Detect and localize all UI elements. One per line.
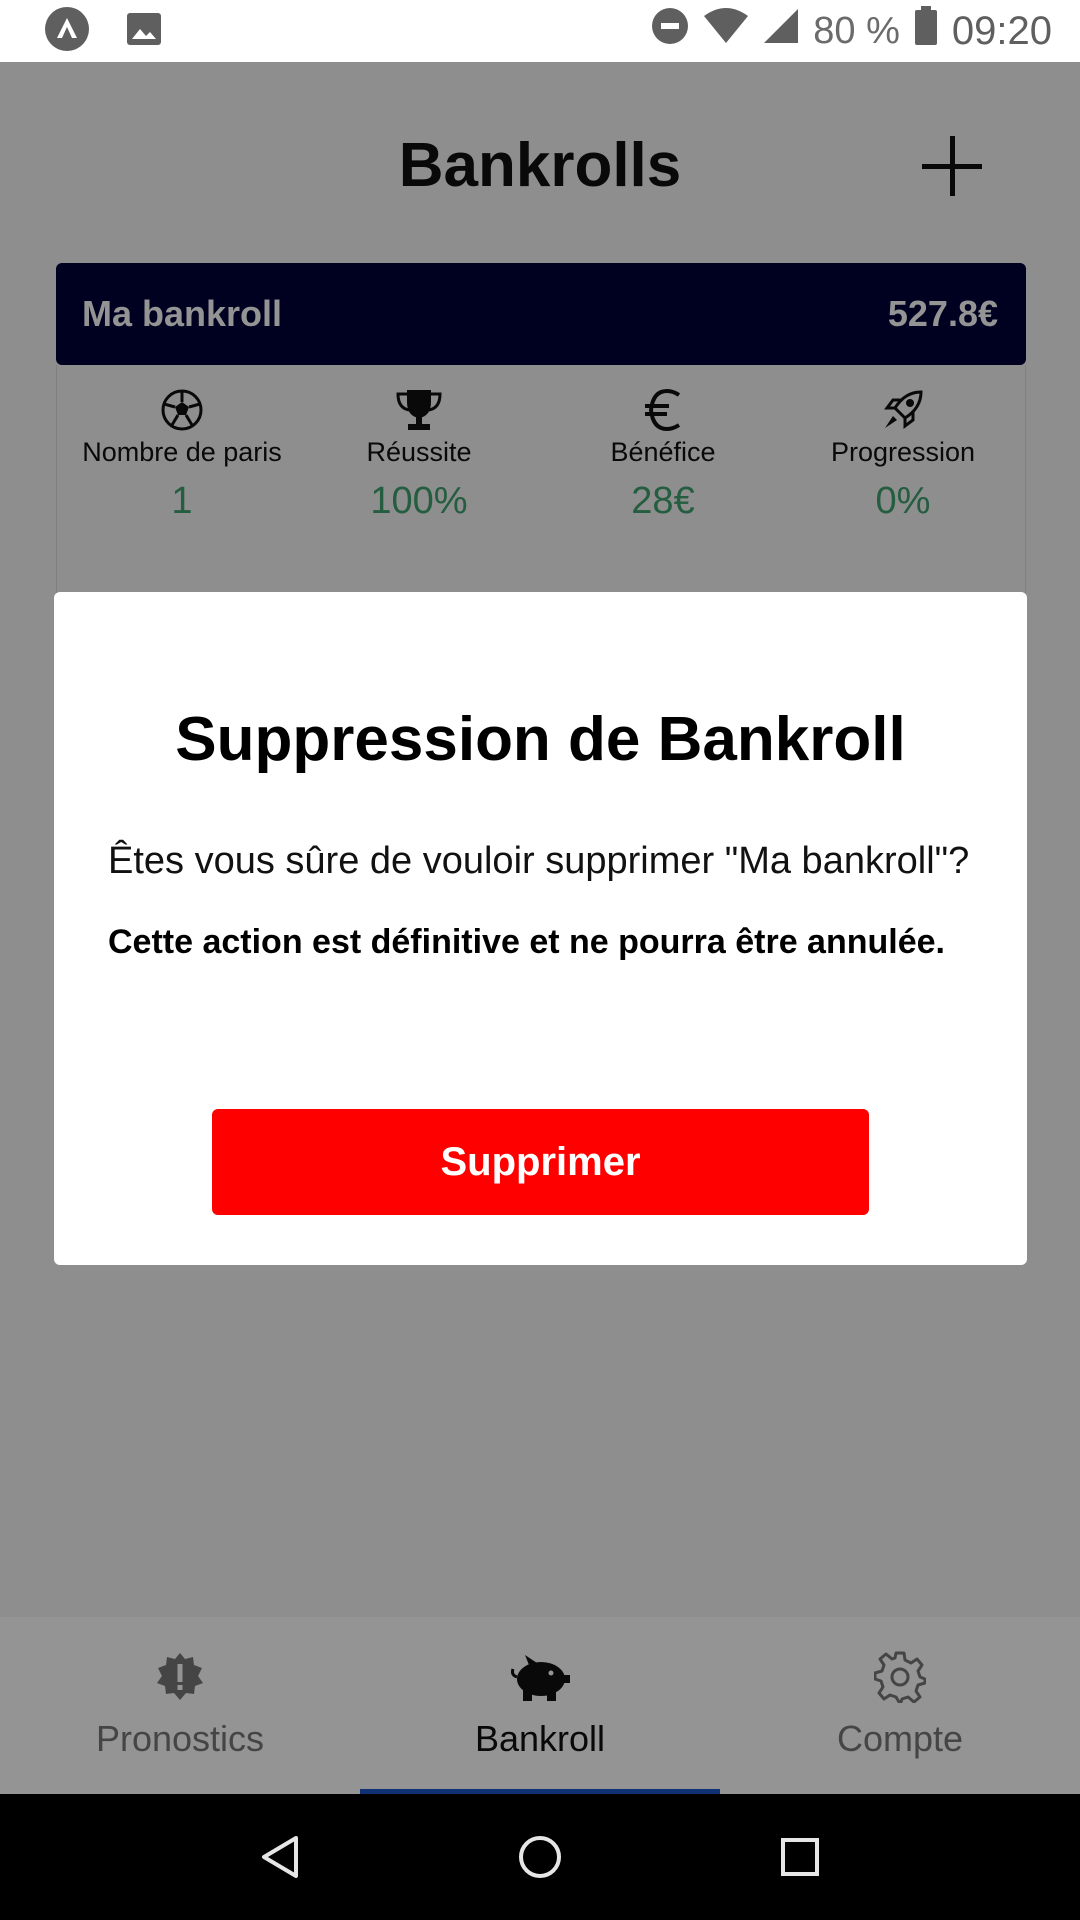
screen: 80 % 09:20 Bankrolls Ma bankroll 527.8€ bbox=[0, 0, 1080, 1920]
delete-bankroll-dialog: Suppression de Bankroll Êtes vous sûre d… bbox=[54, 592, 1027, 1265]
battery-percentage: 80 % bbox=[813, 9, 900, 52]
wifi-icon bbox=[703, 8, 749, 54]
cell-signal-icon bbox=[763, 8, 799, 54]
dialog-title: Suppression de Bankroll bbox=[175, 705, 906, 774]
clock: 09:20 bbox=[951, 8, 1052, 53]
delete-button[interactable]: Supprimer bbox=[212, 1109, 869, 1215]
status-bar: 80 % 09:20 bbox=[0, 0, 1080, 62]
back-icon[interactable] bbox=[250, 1827, 310, 1887]
battery-icon bbox=[914, 6, 938, 56]
system-nav-bar bbox=[0, 1794, 1080, 1920]
do-not-disturb-icon bbox=[651, 7, 689, 55]
app-notification-icon bbox=[44, 6, 90, 57]
home-icon[interactable] bbox=[510, 1827, 570, 1887]
dialog-warning: Cette action est définitive et ne pourra… bbox=[108, 922, 945, 961]
image-notification-icon bbox=[126, 12, 162, 51]
dialog-question: Êtes vous sûre de vouloir supprimer "Ma … bbox=[108, 840, 970, 882]
recent-apps-icon[interactable] bbox=[770, 1827, 830, 1887]
